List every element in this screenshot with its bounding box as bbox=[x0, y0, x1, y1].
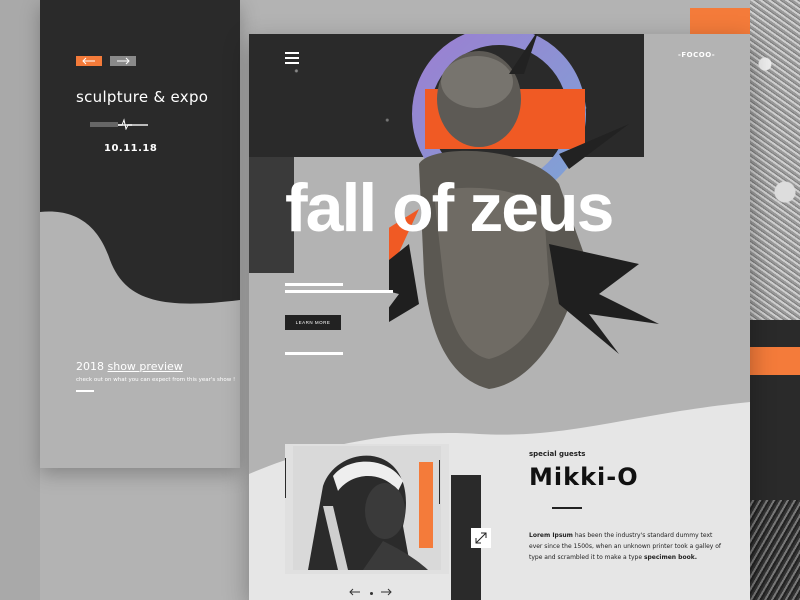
background-accent-bar bbox=[750, 347, 800, 375]
slider-next-button[interactable] bbox=[380, 586, 392, 600]
accent-bar bbox=[419, 462, 433, 548]
carousel-prev-button[interactable] bbox=[76, 56, 102, 66]
main-card: -FOCOO- fall of zeus LEARN MORE special … bbox=[249, 34, 750, 600]
guest-name: Mikki-O bbox=[529, 463, 639, 491]
decorative-line bbox=[285, 290, 393, 293]
preview-heading: 2018 show preview bbox=[76, 360, 183, 373]
expand-button[interactable] bbox=[471, 528, 491, 548]
expo-date: 10.11.18 bbox=[104, 143, 158, 154]
frame-line bbox=[439, 460, 440, 504]
expo-title: sculpture & expo bbox=[76, 88, 209, 106]
guest-description: Lorem Ipsum has been the industry's stan… bbox=[529, 530, 724, 563]
arrow-left-icon bbox=[349, 588, 360, 596]
hamburger-icon bbox=[285, 52, 299, 54]
desc-bold-start: Lorem Ipsum bbox=[529, 532, 573, 539]
pulse-icon bbox=[118, 118, 132, 130]
slider-dot[interactable] bbox=[370, 592, 373, 595]
special-guests-label: special guests bbox=[529, 450, 586, 458]
wave-shape bbox=[40, 211, 240, 468]
arrow-left-icon bbox=[82, 57, 95, 65]
preview-year: 2018 bbox=[76, 360, 104, 373]
slider-prev-button[interactable] bbox=[349, 586, 361, 600]
decorative-line bbox=[285, 352, 343, 355]
desc-bold-end: specimen book. bbox=[643, 554, 697, 561]
preview-description: check out on what you can expect from th… bbox=[76, 377, 236, 383]
progress-segment bbox=[90, 122, 118, 127]
show-preview-link[interactable]: show preview bbox=[108, 360, 183, 373]
arrow-right-icon bbox=[381, 588, 392, 596]
background-texture bbox=[750, 0, 800, 320]
background-texture-bottom bbox=[750, 500, 800, 600]
frame-line bbox=[285, 458, 286, 498]
carousel-next-button[interactable] bbox=[110, 56, 136, 66]
decorative-line bbox=[285, 283, 343, 286]
background-accent-top bbox=[690, 8, 750, 34]
name-underline bbox=[552, 507, 582, 509]
preview-card: sculpture & expo 10.11.18 2018 show prev… bbox=[40, 0, 240, 468]
background-panel bbox=[0, 0, 40, 600]
hero-title: fall of zeus bbox=[285, 170, 614, 246]
divider-line bbox=[76, 390, 94, 392]
learn-more-button[interactable]: LEARN MORE bbox=[285, 315, 341, 330]
arrow-right-icon bbox=[117, 57, 130, 65]
brand-logo[interactable]: -FOCOO- bbox=[678, 51, 715, 59]
menu-button[interactable] bbox=[285, 52, 299, 67]
expand-icon bbox=[475, 532, 487, 544]
